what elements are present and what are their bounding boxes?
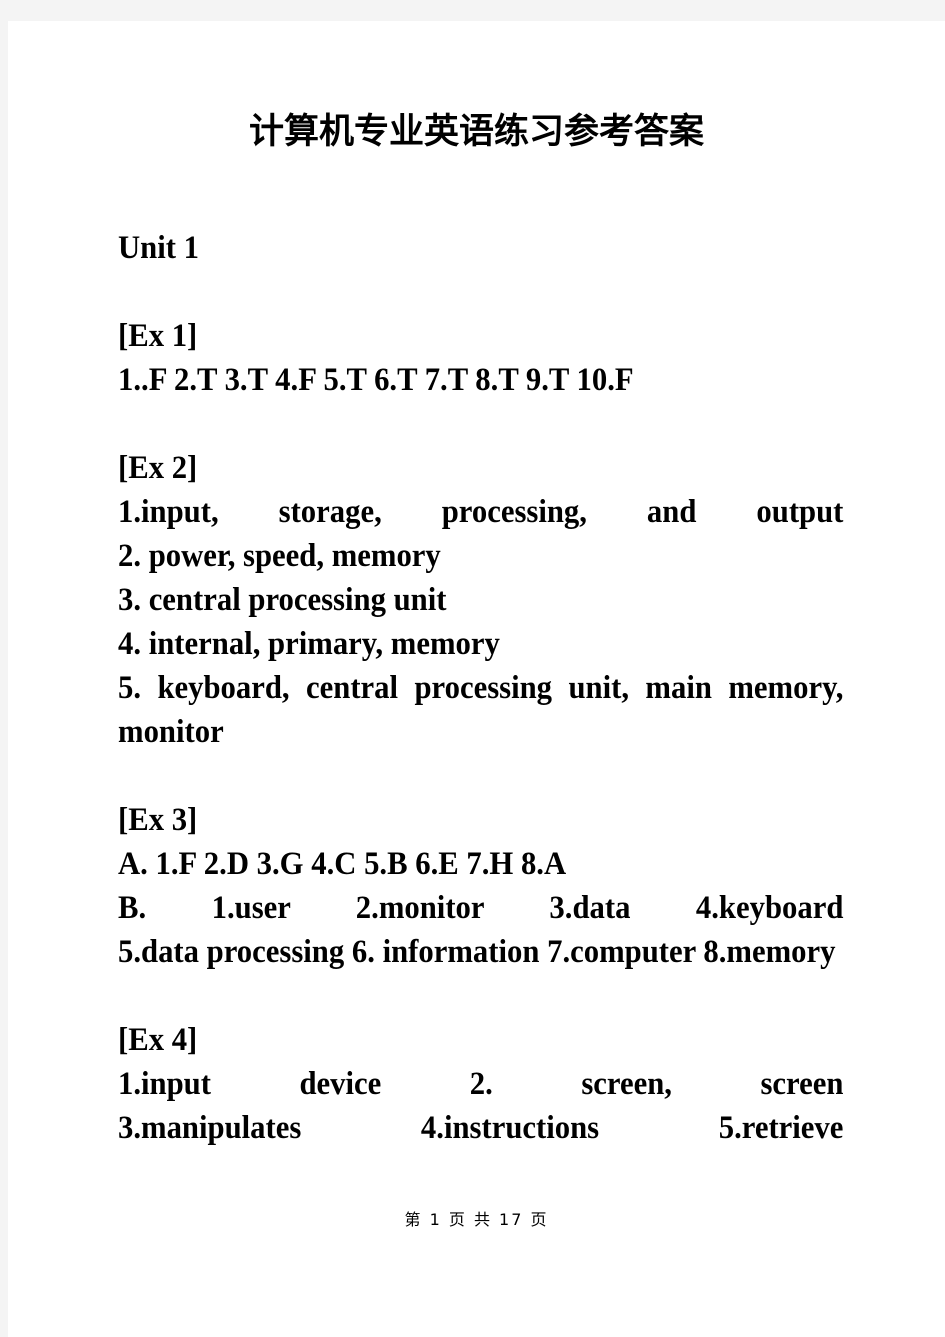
- answer-line-ex2-4: 4. internal, primary, memory: [118, 626, 500, 662]
- document-page: 计算机专业英语练习参考答案 Unit 1 [Ex 1] 1..F 2.T 3.T…: [8, 21, 945, 1337]
- page-title: 计算机专业英语练习参考答案: [248, 112, 704, 152]
- answer-line-ex3-b: B. 1.user 2.monitor 3.data 4.keyboard: [118, 890, 844, 926]
- answer-line-ex2-5: 5. keyboard, central processing unit, ma…: [118, 670, 844, 750]
- section-heading-ex3: [Ex 3]: [118, 802, 198, 838]
- answer-line-ex4-2: 3.manipulates 4.instructions 5.retrieve: [118, 1110, 844, 1146]
- section-heading-ex2: [Ex 2]: [118, 450, 198, 486]
- answer-line-ex2-1: 1.input, storage, processing, and output: [118, 494, 844, 530]
- answer-line-ex4-1: 1.input device 2. screen, screen: [118, 1066, 844, 1102]
- section-heading-ex1: [Ex 1]: [118, 318, 198, 354]
- answer-line-ex3-b-cont: 5.data processing 6. information 7.compu…: [118, 934, 836, 970]
- unit-heading: Unit 1: [118, 230, 199, 266]
- answer-line-ex1-1: 1..F 2.T 3.T 4.F 5.T 6.T 7.T 8.T 9.T 10.…: [118, 362, 634, 398]
- answer-line-ex2-3: 3. central processing unit: [118, 582, 447, 618]
- answer-line-ex2-2: 2. power, speed, memory: [118, 538, 441, 574]
- section-heading-ex4: [Ex 4]: [118, 1022, 198, 1058]
- answer-line-ex3-a: A. 1.F 2.D 3.G 4.C 5.B 6.E 7.H 8.A: [118, 846, 567, 882]
- document-body: Unit 1 [Ex 1] 1..F 2.T 3.T 4.F 5.T 6.T 7…: [118, 226, 843, 1150]
- page-number-footer: 第 1 页 共 17 页: [404, 1210, 549, 1229]
